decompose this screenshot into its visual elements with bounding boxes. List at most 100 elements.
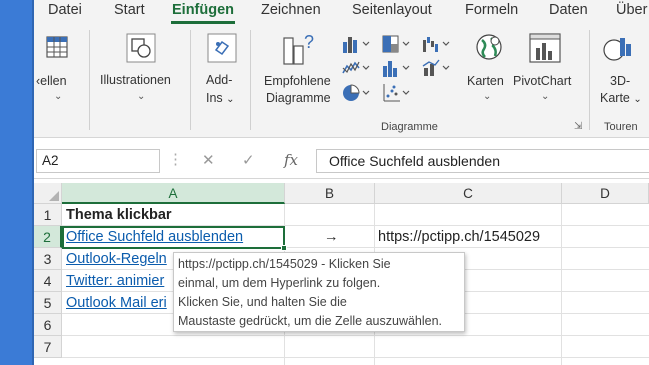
tooltip-line: https://pctipp.ch/1545029 - Klicken Sie xyxy=(178,257,391,271)
cell-b2-arrow[interactable]: → xyxy=(324,226,339,248)
addins-button[interactable] xyxy=(206,32,238,69)
addins-label-line1: Add- xyxy=(206,73,233,87)
tab-ueberpruefen[interactable]: Über xyxy=(616,2,647,18)
tab-datei[interactable]: Datei xyxy=(48,2,82,18)
cancel-icon[interactable]: ✕ xyxy=(202,151,215,169)
select-all-corner[interactable] xyxy=(34,183,62,204)
combo-chart-button[interactable] xyxy=(422,58,452,83)
gridline xyxy=(62,357,649,358)
tabellen-label: ellen xyxy=(40,74,67,88)
chevron-down-icon: ⌄ xyxy=(541,91,550,102)
statistic-chart-icon xyxy=(383,61,410,77)
cell-a5-hyperlink[interactable]: Outlook Mail eri xyxy=(66,292,167,314)
group-label-diagramme: Diagramme xyxy=(381,121,438,133)
karte3d-label-line1: 3D- xyxy=(610,74,631,88)
empfohlene-label-line1: Empfohlene xyxy=(264,74,331,88)
group-separator xyxy=(250,30,251,130)
column-chart-button[interactable] xyxy=(342,34,372,59)
enter-icon[interactable]: ✓ xyxy=(242,151,255,169)
cell-c2[interactable]: https://pctipp.ch/1545029 xyxy=(378,226,540,248)
svg-text:?: ? xyxy=(304,32,314,52)
illustrationen-label: Illustrationen xyxy=(100,73,171,87)
row-header-1[interactable]: 1 xyxy=(34,204,62,226)
cell-a1[interactable]: Thema klickbar xyxy=(66,204,172,226)
select-all-triangle xyxy=(49,191,59,201)
tooltip-line: einmal, um dem Hyperlink zu folgen. xyxy=(178,276,381,290)
excel-window: Datei Start Einfügen Zeichnen Seitenlayo… xyxy=(34,0,649,365)
chevron-down-icon: ⌄ xyxy=(633,94,642,105)
gridline xyxy=(561,204,562,365)
tabellen-button[interactable] xyxy=(44,34,70,65)
fill-handle[interactable] xyxy=(281,245,287,251)
chevron-down-icon: ⌄ xyxy=(226,94,235,105)
ribbon: ‹ellen ⌄ Illustrationen ⌄ Add- Ins ⌄ ? E… xyxy=(34,24,649,138)
empfohlene-label-line2: Diagramme xyxy=(266,91,331,105)
3d-map-icon xyxy=(603,38,631,61)
illustrationen-button[interactable] xyxy=(125,32,157,69)
tab-formeln[interactable]: Formeln xyxy=(465,2,518,18)
scatter-chart-button[interactable] xyxy=(382,82,412,109)
tab-daten[interactable]: Daten xyxy=(549,2,588,18)
column-header-d[interactable]: D xyxy=(562,183,649,204)
recommended-charts-button[interactable]: ? xyxy=(280,32,316,73)
waterfall-chart-button[interactable] xyxy=(422,34,452,59)
tooltip-line: Maustaste gedrückt, um die Zelle auszuwä… xyxy=(178,314,443,328)
row-header-6[interactable]: 6 xyxy=(34,314,62,336)
cell-a4-hyperlink[interactable]: Twitter: animier xyxy=(66,270,164,292)
tab-seitenlayout[interactable]: Seitenlayout xyxy=(352,2,432,18)
pie-chart-button[interactable] xyxy=(342,82,372,109)
tab-einfuegen[interactable]: Einfügen xyxy=(172,2,234,18)
row-header-7[interactable]: 7 xyxy=(34,336,62,358)
row-header-4[interactable]: 4 xyxy=(34,270,62,292)
column-header-c[interactable]: C xyxy=(375,183,562,204)
line-chart-icon xyxy=(342,61,370,74)
column-header-a[interactable]: A xyxy=(62,183,285,204)
more-options-icon: ⋮ xyxy=(168,151,183,168)
karte3d-label-line2: Karte xyxy=(600,91,630,105)
table-icon xyxy=(46,36,68,58)
group-separator xyxy=(589,30,590,130)
row-header-2[interactable]: 2 xyxy=(34,226,62,248)
hierarchy-chart-button[interactable] xyxy=(382,34,412,59)
chevron-down-icon: ⌄ xyxy=(483,91,492,102)
statistic-chart-button[interactable] xyxy=(382,58,412,83)
combo-chart-icon xyxy=(422,59,450,76)
pivotchart-button[interactable] xyxy=(528,32,562,69)
ribbon-tabs: Datei Start Einfügen Zeichnen Seitenlayo… xyxy=(34,0,649,24)
formula-input[interactable]: Office Suchfeld ausblenden xyxy=(316,149,649,173)
row-header-5[interactable]: 5 xyxy=(34,292,62,314)
pie-chart-icon xyxy=(343,84,370,101)
pivotchart-label: PivotChart xyxy=(513,74,572,88)
column-chart-icon xyxy=(343,37,370,53)
group-label-touren: Touren xyxy=(604,121,638,133)
tab-zeichnen[interactable]: Zeichnen xyxy=(261,2,321,18)
group-separator xyxy=(190,30,191,130)
recommended-chart-icon: ? xyxy=(283,32,314,65)
hierarchy-chart-icon xyxy=(382,35,410,53)
chevron-down-icon: ⌄ xyxy=(54,91,63,102)
addins-icon xyxy=(207,33,237,63)
dialog-launcher-icon[interactable]: ⇲ xyxy=(574,121,582,132)
row-header-3[interactable]: 3 xyxy=(34,248,62,270)
pivotchart-icon xyxy=(529,33,561,63)
background-window-strip xyxy=(0,0,34,365)
insert-function-icon[interactable]: fx xyxy=(284,151,298,169)
column-header-b[interactable]: B xyxy=(285,183,375,204)
chevron-down-icon: ⌄ xyxy=(137,91,146,102)
tab-start[interactable]: Start xyxy=(114,2,145,18)
maps-button[interactable] xyxy=(473,32,505,69)
gridline xyxy=(62,335,649,336)
active-cell-border xyxy=(62,226,285,249)
globe-icon xyxy=(476,34,502,60)
name-box[interactable]: A2 xyxy=(36,149,160,173)
hyperlink-tooltip: https://pctipp.ch/1545029 - Klicken Sie … xyxy=(173,252,465,332)
shapes-icon xyxy=(126,33,156,63)
waterfall-chart-icon xyxy=(423,37,450,52)
group-separator xyxy=(89,30,90,130)
formula-bar: A2 ⋮ ✕ ✓ fx Office Suchfeld ausblenden xyxy=(34,139,649,179)
cell-a3-hyperlink[interactable]: Outlook-Regeln xyxy=(66,248,167,270)
karten-label: Karten xyxy=(467,74,504,88)
addins-label-line2: Ins xyxy=(206,91,223,105)
line-chart-button[interactable] xyxy=(342,58,372,83)
3d-map-button[interactable] xyxy=(602,32,634,69)
